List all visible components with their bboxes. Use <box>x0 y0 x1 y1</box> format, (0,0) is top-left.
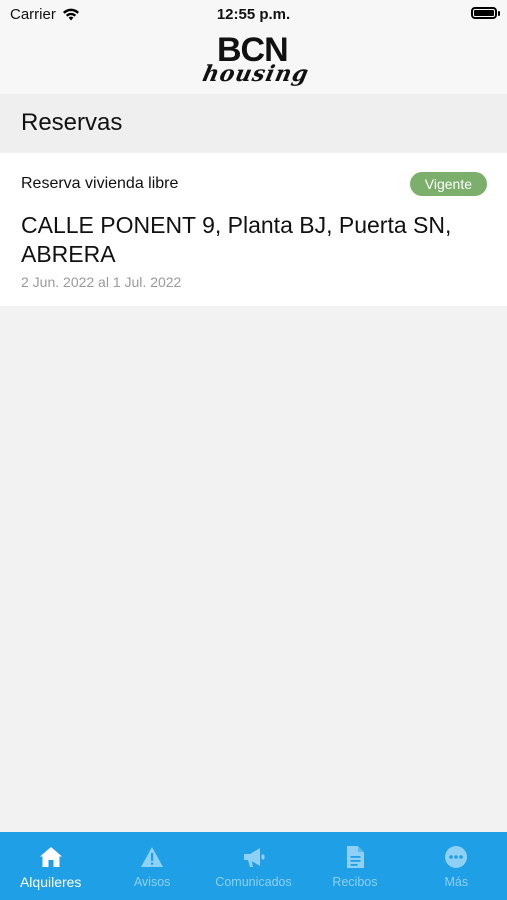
tab-label: Comunicados <box>215 875 292 889</box>
reservation-type: Reserva vivienda libre <box>21 175 179 192</box>
warning-icon <box>141 847 164 867</box>
page-title: Reservas <box>21 109 123 136</box>
bcn-housing-logo: BCN housing <box>200 31 312 91</box>
tab-label: Más <box>444 875 469 889</box>
tab-mas[interactable]: Más <box>406 832 507 900</box>
reservation-dates: 2 Jun. 2022 al 1 Jul. 2022 <box>21 274 182 290</box>
battery-level <box>474 10 494 16</box>
clock: 12:55 p.m. <box>216 6 291 23</box>
status-bar: Carrier 12:55 p.m. <box>0 0 507 28</box>
tab-comunicados[interactable]: Comunicados <box>203 832 304 900</box>
section-header: Reservas <box>0 94 507 152</box>
tab-bar: Alquileres Avisos Comunicados Recibos Má… <box>0 832 507 900</box>
more-icon <box>445 846 468 868</box>
battery-icon <box>471 7 500 19</box>
tab-recibos[interactable]: Recibos <box>304 832 405 900</box>
tab-alquileres[interactable]: Alquileres <box>0 832 101 900</box>
app-header: BCN housing <box>0 28 507 94</box>
status-badge: Vigente <box>409 172 487 196</box>
logo-housing-text: housing <box>200 61 312 87</box>
tab-avisos[interactable]: Avisos <box>101 832 202 900</box>
home-icon <box>39 847 62 867</box>
reservation-address: CALLE PONENT 9, Planta BJ, Puerta SN, AB… <box>21 212 452 267</box>
document-icon <box>346 846 364 868</box>
reservation-card[interactable]: Reserva vivienda libre Vigente CALLE PON… <box>0 153 507 306</box>
tab-label: Alquileres <box>19 874 82 890</box>
megaphone-icon <box>243 848 265 867</box>
tab-label: Avisos <box>133 875 171 889</box>
tab-label: Recibos <box>332 875 378 889</box>
